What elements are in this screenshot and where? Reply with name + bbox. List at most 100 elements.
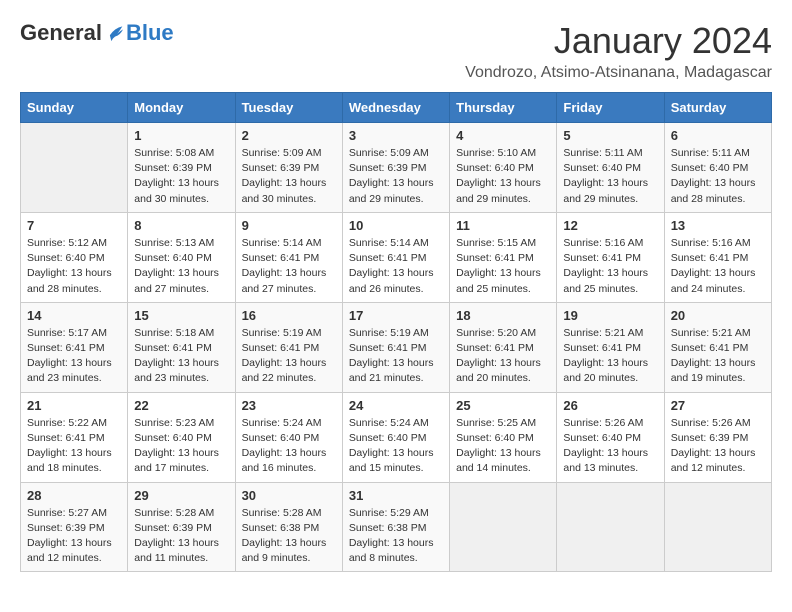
day-info: Sunrise: 5:14 AM Sunset: 6:41 PM Dayligh… <box>349 236 443 297</box>
day-info: Sunrise: 5:08 AM Sunset: 6:39 PM Dayligh… <box>134 146 228 207</box>
logo-general-text: General <box>20 20 102 46</box>
day-number: 19 <box>563 308 657 323</box>
calendar-week-row: 14 Sunrise: 5:17 AM Sunset: 6:41 PM Dayli… <box>21 302 772 392</box>
calendar-cell <box>664 482 771 572</box>
calendar-cell: 9 Sunrise: 5:14 AM Sunset: 6:41 PM Daylig… <box>235 212 342 302</box>
calendar-cell: 1 Sunrise: 5:08 AM Sunset: 6:39 PM Daylig… <box>128 123 235 213</box>
calendar-header-thursday: Thursday <box>450 93 557 123</box>
month-title: January 2024 <box>465 20 772 62</box>
day-number: 28 <box>27 488 121 503</box>
calendar-cell: 28 Sunrise: 5:27 AM Sunset: 6:39 PM Dayli… <box>21 482 128 572</box>
day-info: Sunrise: 5:24 AM Sunset: 6:40 PM Dayligh… <box>242 416 336 477</box>
calendar-week-row: 28 Sunrise: 5:27 AM Sunset: 6:39 PM Dayli… <box>21 482 772 572</box>
calendar-cell: 3Sunrise: 5:09 AM Sunset: 6:39 PM Daylig… <box>342 123 449 213</box>
calendar-cell: 29 Sunrise: 5:28 AM Sunset: 6:39 PM Dayli… <box>128 482 235 572</box>
day-number: 9 <box>242 218 336 233</box>
day-info: Sunrise: 5:11 AM Sunset: 6:40 PM Dayligh… <box>671 146 765 207</box>
day-number: 6 <box>671 128 765 143</box>
calendar-cell: 25 Sunrise: 5:25 AM Sunset: 6:40 PM Dayli… <box>450 392 557 482</box>
day-info: Sunrise: 5:25 AM Sunset: 6:40 PM Dayligh… <box>456 416 550 477</box>
calendar-cell: 27 Sunrise: 5:26 AM Sunset: 6:39 PM Dayli… <box>664 392 771 482</box>
day-number: 14 <box>27 308 121 323</box>
calendar-cell <box>450 482 557 572</box>
day-number: 25 <box>456 398 550 413</box>
logo: General Blue <box>20 20 174 46</box>
day-info: Sunrise: 5:13 AM Sunset: 6:40 PM Dayligh… <box>134 236 228 297</box>
calendar-cell: 10 Sunrise: 5:14 AM Sunset: 6:41 PM Dayli… <box>342 212 449 302</box>
calendar-header-friday: Friday <box>557 93 664 123</box>
calendar-cell: 6 Sunrise: 5:11 AM Sunset: 6:40 PM Daylig… <box>664 123 771 213</box>
day-number: 3 <box>349 128 443 143</box>
day-info: Sunrise: 5:09 AM Sunset: 6:39 PM Dayligh… <box>242 146 336 207</box>
day-info: Sunrise: 5:22 AM Sunset: 6:41 PM Dayligh… <box>27 416 121 477</box>
calendar-cell: 22 Sunrise: 5:23 AM Sunset: 6:40 PM Dayli… <box>128 392 235 482</box>
calendar-cell: 11 Sunrise: 5:15 AM Sunset: 6:41 PM Dayli… <box>450 212 557 302</box>
day-number: 26 <box>563 398 657 413</box>
day-number: 11 <box>456 218 550 233</box>
calendar-cell: 24 Sunrise: 5:24 AM Sunset: 6:40 PM Dayli… <box>342 392 449 482</box>
calendar-cell <box>557 482 664 572</box>
page-header: General Blue January 2024 Vondrozo, Atsi… <box>20 20 772 82</box>
day-info: Sunrise: 5:18 AM Sunset: 6:41 PM Dayligh… <box>134 326 228 387</box>
day-number: 7 <box>27 218 121 233</box>
day-number: 27 <box>671 398 765 413</box>
calendar-cell <box>21 123 128 213</box>
day-info: Sunrise: 5:10 AM Sunset: 6:40 PM Dayligh… <box>456 146 550 207</box>
day-number: 22 <box>134 398 228 413</box>
day-info: Sunrise: 5:15 AM Sunset: 6:41 PM Dayligh… <box>456 236 550 297</box>
day-number: 10 <box>349 218 443 233</box>
day-info: Sunrise: 5:24 AM Sunset: 6:40 PM Dayligh… <box>349 416 443 477</box>
calendar-cell: 2Sunrise: 5:09 AM Sunset: 6:39 PM Daylig… <box>235 123 342 213</box>
day-info: Sunrise: 5:29 AM Sunset: 6:38 PM Dayligh… <box>349 506 443 567</box>
day-number: 8 <box>134 218 228 233</box>
day-info: Sunrise: 5:21 AM Sunset: 6:41 PM Dayligh… <box>671 326 765 387</box>
day-info: Sunrise: 5:19 AM Sunset: 6:41 PM Dayligh… <box>349 326 443 387</box>
day-info: Sunrise: 5:11 AM Sunset: 6:40 PM Dayligh… <box>563 146 657 207</box>
calendar-header-sunday: Sunday <box>21 93 128 123</box>
calendar-cell: 18Sunrise: 5:20 AM Sunset: 6:41 PM Dayli… <box>450 302 557 392</box>
day-info: Sunrise: 5:28 AM Sunset: 6:38 PM Dayligh… <box>242 506 336 567</box>
calendar-cell: 17 Sunrise: 5:19 AM Sunset: 6:41 PM Dayli… <box>342 302 449 392</box>
day-info: Sunrise: 5:17 AM Sunset: 6:41 PM Dayligh… <box>27 326 121 387</box>
calendar-cell: 4 Sunrise: 5:10 AM Sunset: 6:40 PM Daylig… <box>450 123 557 213</box>
day-number: 21 <box>27 398 121 413</box>
calendar-header-monday: Monday <box>128 93 235 123</box>
calendar-cell: 20Sunrise: 5:21 AM Sunset: 6:41 PM Dayli… <box>664 302 771 392</box>
calendar-cell: 16Sunrise: 5:19 AM Sunset: 6:41 PM Dayli… <box>235 302 342 392</box>
day-number: 17 <box>349 308 443 323</box>
calendar-table: SundayMondayTuesdayWednesdayThursdayFrid… <box>20 92 772 572</box>
day-info: Sunrise: 5:19 AM Sunset: 6:41 PM Dayligh… <box>242 326 336 387</box>
day-number: 5 <box>563 128 657 143</box>
day-info: Sunrise: 5:26 AM Sunset: 6:39 PM Dayligh… <box>671 416 765 477</box>
calendar-cell: 30Sunrise: 5:28 AM Sunset: 6:38 PM Dayli… <box>235 482 342 572</box>
calendar-header-wednesday: Wednesday <box>342 93 449 123</box>
calendar-cell: 8 Sunrise: 5:13 AM Sunset: 6:40 PM Daylig… <box>128 212 235 302</box>
calendar-week-row: 1 Sunrise: 5:08 AM Sunset: 6:39 PM Daylig… <box>21 123 772 213</box>
calendar-cell: 7 Sunrise: 5:12 AM Sunset: 6:40 PM Daylig… <box>21 212 128 302</box>
calendar-header-saturday: Saturday <box>664 93 771 123</box>
calendar-header-row: SundayMondayTuesdayWednesdayThursdayFrid… <box>21 93 772 123</box>
day-info: Sunrise: 5:26 AM Sunset: 6:40 PM Dayligh… <box>563 416 657 477</box>
calendar-body: 1 Sunrise: 5:08 AM Sunset: 6:39 PM Daylig… <box>21 123 772 572</box>
day-info: Sunrise: 5:16 AM Sunset: 6:41 PM Dayligh… <box>671 236 765 297</box>
day-number: 12 <box>563 218 657 233</box>
day-info: Sunrise: 5:12 AM Sunset: 6:40 PM Dayligh… <box>27 236 121 297</box>
day-number: 1 <box>134 128 228 143</box>
day-info: Sunrise: 5:23 AM Sunset: 6:40 PM Dayligh… <box>134 416 228 477</box>
day-number: 15 <box>134 308 228 323</box>
calendar-cell: 12Sunrise: 5:16 AM Sunset: 6:41 PM Dayli… <box>557 212 664 302</box>
day-info: Sunrise: 5:14 AM Sunset: 6:41 PM Dayligh… <box>242 236 336 297</box>
day-number: 4 <box>456 128 550 143</box>
day-number: 24 <box>349 398 443 413</box>
calendar-header-tuesday: Tuesday <box>235 93 342 123</box>
day-info: Sunrise: 5:21 AM Sunset: 6:41 PM Dayligh… <box>563 326 657 387</box>
calendar-cell: 31Sunrise: 5:29 AM Sunset: 6:38 PM Dayli… <box>342 482 449 572</box>
day-info: Sunrise: 5:28 AM Sunset: 6:39 PM Dayligh… <box>134 506 228 567</box>
day-number: 29 <box>134 488 228 503</box>
calendar-cell: 14 Sunrise: 5:17 AM Sunset: 6:41 PM Dayli… <box>21 302 128 392</box>
calendar-cell: 15 Sunrise: 5:18 AM Sunset: 6:41 PM Dayli… <box>128 302 235 392</box>
day-info: Sunrise: 5:27 AM Sunset: 6:39 PM Dayligh… <box>27 506 121 567</box>
calendar-cell: 21 Sunrise: 5:22 AM Sunset: 6:41 PM Dayli… <box>21 392 128 482</box>
day-number: 18 <box>456 308 550 323</box>
day-number: 23 <box>242 398 336 413</box>
